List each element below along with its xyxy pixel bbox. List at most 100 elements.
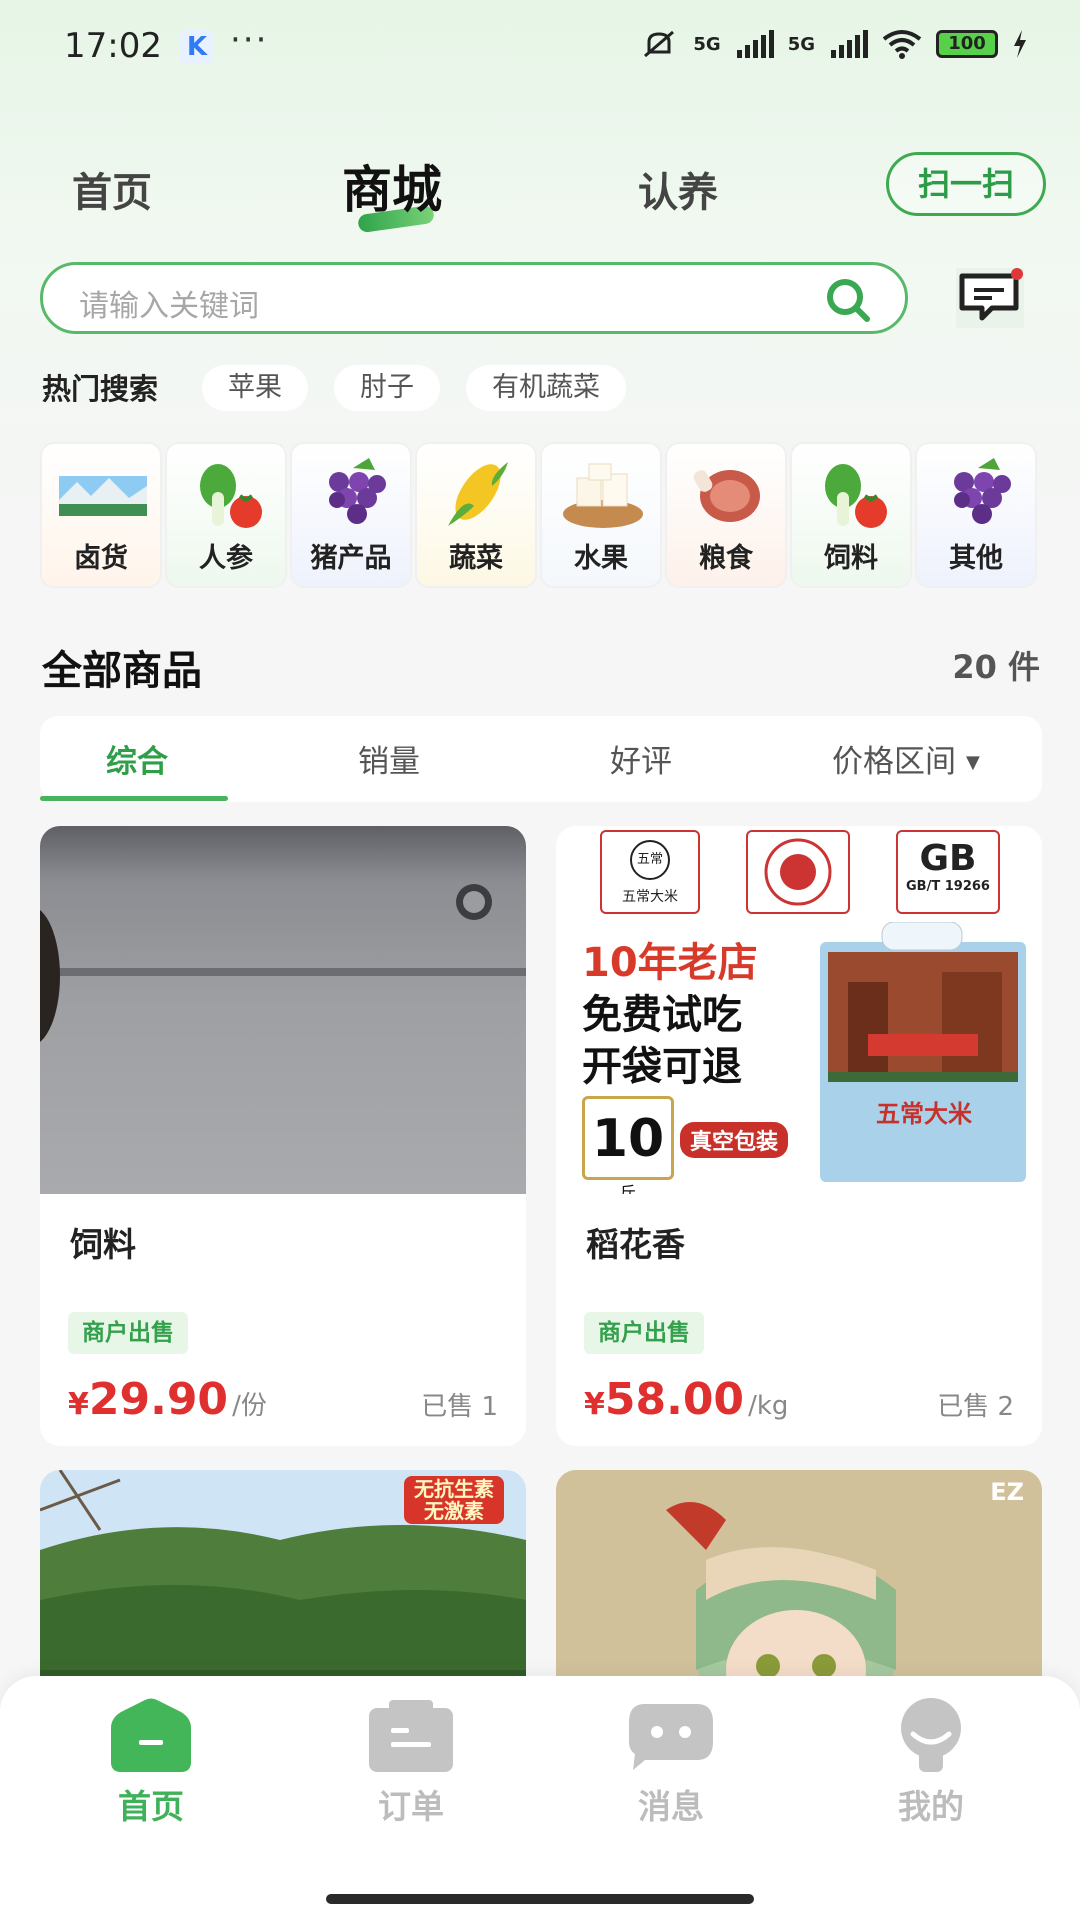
weight-unit: 斤: [619, 1183, 636, 1194]
bottom-nav-label: 首页: [118, 1787, 184, 1826]
hot-search-chip[interactable]: 有机蔬菜: [466, 365, 626, 411]
tab-home[interactable]: 首页: [72, 160, 152, 218]
sort-active-indicator: [40, 796, 228, 801]
brand-logo-text: 五常: [630, 840, 670, 880]
price-unit: /kg: [748, 1391, 789, 1421]
vacuum-pack-tag: 真空包装: [680, 1122, 789, 1158]
wifi-icon: [882, 30, 922, 59]
product-price: ¥58.00/kg: [584, 1374, 788, 1425]
category-item[interactable]: 其他: [915, 442, 1037, 588]
gb-mark: GB: [919, 838, 977, 879]
product-card[interactable]: 五常 五常大米 GB GB/T 19266 10年老店 免费试吃 开袋可退 10…: [556, 826, 1042, 1446]
certification-seal: [746, 830, 850, 914]
vegetable-icon: [825, 464, 887, 528]
category-item[interactable]: 水果: [540, 442, 662, 588]
message-icon: [629, 1704, 713, 1770]
price-value: 29.90: [88, 1374, 229, 1425]
price-currency: ¥: [68, 1387, 89, 1422]
promo-line-1: 10年老店: [582, 940, 758, 986]
bottom-nav-home[interactable]: 首页: [81, 1698, 221, 1828]
grape-icon: [329, 458, 386, 524]
category-label: 水果: [574, 543, 628, 574]
category-item[interactable]: 人参: [165, 442, 287, 588]
bottom-nav-label: 订单: [378, 1787, 444, 1826]
landscape-icon: [59, 476, 147, 516]
network-type-1: 5G: [693, 33, 721, 55]
hot-search-chip[interactable]: 苹果: [202, 365, 308, 411]
product-count: 20 件: [952, 648, 1040, 686]
category-item[interactable]: 饲料: [790, 442, 912, 588]
sort-tab-sales[interactable]: 销量: [358, 736, 420, 781]
weight-badge: 10 斤: [582, 1096, 674, 1194]
category-label: 猪产品: [310, 543, 392, 574]
category-label: 卤货: [74, 543, 128, 574]
signal-icon: [831, 30, 868, 58]
bottom-navigation: 首页 订单 消息 我的: [0, 1676, 1080, 1920]
sold-count: 已售 1: [421, 1392, 498, 1422]
signal-icon: [736, 30, 774, 58]
category-item[interactable]: 粮食: [665, 442, 787, 588]
category-row: 卤货 人参 猪产品 蔬菜 水果 粮食 饲料 其他: [40, 442, 1044, 590]
category-item[interactable]: 猪产品: [290, 442, 412, 588]
bottom-nav-orders[interactable]: 订单: [341, 1698, 481, 1828]
sold-count: 已售 2: [937, 1392, 1014, 1422]
tofu-icon: [563, 463, 643, 528]
scan-button[interactable]: 扫一扫: [886, 152, 1046, 216]
chat-message-icon[interactable]: [956, 268, 1024, 328]
sort-bar: 综合 销量 好评 价格区间 ▼: [40, 716, 1042, 802]
hot-search-label: 热门搜索: [42, 372, 159, 406]
tab-mall[interactable]: 商城: [342, 150, 442, 222]
dropdown-caret-icon: ▼: [966, 752, 980, 773]
weight-value: 10: [591, 1109, 665, 1169]
home-indicator[interactable]: [326, 1894, 754, 1904]
category-label: 饲料: [824, 543, 878, 574]
gb-standard-badge: GB GB/T 19266: [896, 830, 1000, 914]
product-card[interactable]: 饲料 商户出售 ¥29.90/份 已售 1: [40, 826, 526, 1446]
promo-line-3: 开袋可退: [582, 1044, 742, 1090]
bottom-nav-label: 我的: [898, 1787, 964, 1826]
sort-tab-overall[interactable]: 综合: [106, 736, 168, 781]
status-icons: 5G 5G 100: [639, 28, 1028, 60]
brand-name: 五常大米: [622, 889, 678, 905]
product-image: 五常 五常大米 GB GB/T 19266 10年老店 免费试吃 开袋可退 10…: [556, 826, 1042, 1194]
search-icon[interactable]: [823, 275, 873, 325]
brand-logo: 五常 五常大米: [600, 830, 700, 914]
section-title: 全部商品: [42, 648, 202, 694]
bottom-nav-messages[interactable]: 消息: [601, 1698, 741, 1828]
seller-badge: 商户出售: [68, 1312, 188, 1354]
sort-tab-price-range[interactable]: 价格区间 ▼: [832, 736, 980, 781]
category-item[interactable]: 蔬菜: [415, 442, 537, 588]
bottom-nav-profile[interactable]: 我的: [861, 1698, 1001, 1828]
bag-brand-text: 五常大米: [876, 1100, 972, 1128]
product-name: 饲料: [70, 1225, 136, 1264]
gb-code: GB/T 19266: [906, 879, 990, 894]
price-value: 58.00: [604, 1374, 745, 1425]
grape-icon: [954, 458, 1011, 524]
profile-icon: [901, 1698, 961, 1772]
status-bar: 17:02 K ··· 5G 5G 100: [0, 0, 1080, 96]
search-input[interactable]: 请输入关键词: [40, 262, 908, 334]
promo-tag-line-1: 无抗生素: [414, 1477, 494, 1501]
corn-icon: [448, 462, 508, 526]
category-item[interactable]: 卤货: [40, 442, 162, 588]
app-notification-icon: K: [180, 30, 214, 64]
status-time: 17:02: [64, 26, 162, 66]
category-label: 人参: [199, 543, 253, 574]
sort-tab-price-label: 价格区间: [832, 744, 956, 780]
order-icon: [369, 1700, 453, 1772]
sort-tab-rating[interactable]: 好评: [610, 736, 672, 781]
network-type-2: 5G: [787, 33, 815, 55]
category-label: 其他: [949, 543, 1003, 574]
hot-search-chip[interactable]: 肘子: [334, 365, 440, 411]
tab-adopt[interactable]: 认养: [638, 160, 718, 218]
promo-line-2: 免费试吃: [582, 992, 742, 1038]
product-image: [40, 826, 526, 1194]
bottom-nav-label: 消息: [638, 1787, 704, 1826]
price-unit: /份: [232, 1391, 267, 1421]
rice-bag-illustration: [820, 922, 1026, 1182]
category-label: 粮食: [699, 543, 753, 574]
product-name: 稻花香: [586, 1225, 685, 1264]
mute-icon: [644, 30, 675, 58]
charging-icon: [1014, 30, 1026, 58]
seller-badge: 商户出售: [584, 1312, 704, 1354]
